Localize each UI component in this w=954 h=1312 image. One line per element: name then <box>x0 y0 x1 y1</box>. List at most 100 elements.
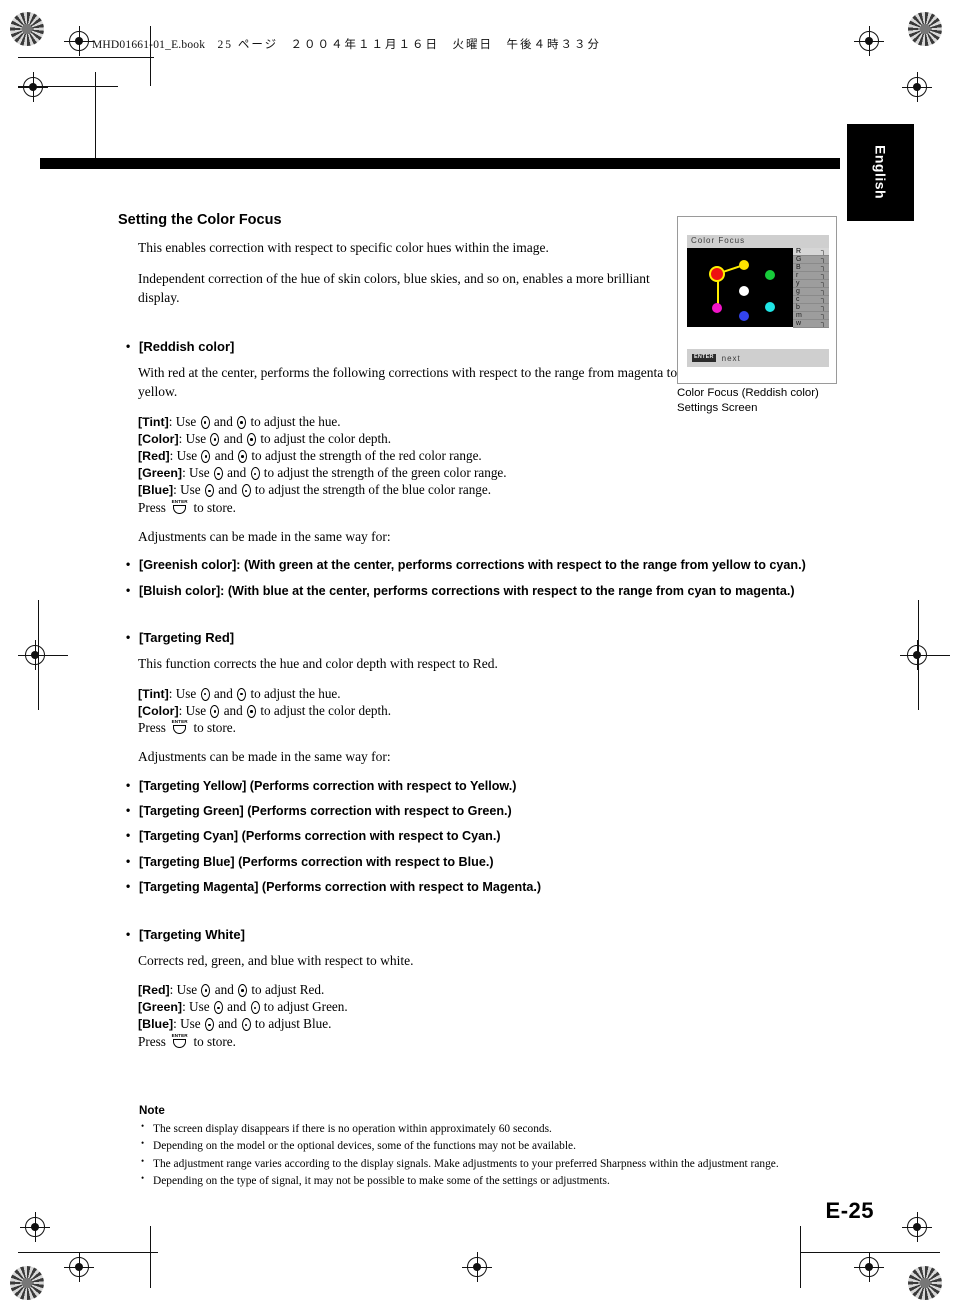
color-dot-cyan[interactable] <box>765 302 775 312</box>
subsection-heading-reddish: [Reddish color] <box>118 339 678 354</box>
adjustment-pre: : Use <box>178 430 210 446</box>
osd-menu-row-label: r <box>796 272 799 279</box>
top-black-rule <box>40 158 840 169</box>
arrow-right-key-icon <box>241 484 251 498</box>
color-dot-yellow[interactable] <box>739 260 749 270</box>
adjustment-mid: and <box>211 448 238 464</box>
figure-caption-line2: Settings Screen <box>677 401 758 414</box>
osd-menu-row-value: ┐ <box>821 320 826 327</box>
adjustment-post: to adjust the hue. <box>247 413 341 429</box>
adjustment-pre: : Use <box>168 685 200 701</box>
adjustment-line: [Green]: Use and to adjust Green. <box>138 998 678 1015</box>
adjustment-key: [Color] <box>138 431 179 446</box>
adjustment-key: [Red] <box>138 983 170 998</box>
registration-mark-top-right <box>854 26 884 56</box>
adjustment-post: to adjust Blue. <box>251 1016 332 1032</box>
adjustment-post: to adjust Red. <box>248 982 325 998</box>
page-number: E-25 <box>825 1198 874 1223</box>
osd-menu-row-G[interactable]: G ┐ <box>793 256 829 264</box>
crop-line-bottom-vertical <box>150 1226 151 1288</box>
osd-menu-row-g[interactable]: g ┐ <box>793 288 829 296</box>
crop-line-right-mid-vertical <box>918 600 919 710</box>
adjustment-line: [Tint]: Use and to adjust the hue. <box>138 685 678 702</box>
arrow-left-key-icon <box>200 415 210 429</box>
crop-line-bottom-horizontal <box>18 1252 158 1253</box>
language-tab: English <box>847 124 914 221</box>
adjustment-mid: and <box>210 685 237 701</box>
color-dot-magenta[interactable] <box>712 303 722 313</box>
arrow-left-key-icon <box>213 1001 223 1015</box>
adjustment-line: [Tint]: Use and to adjust the hue. <box>138 413 678 430</box>
adjustment-post: to adjust the strength of the red color … <box>248 448 482 464</box>
subsection-heading-targeting-red: [Targeting Red] <box>118 630 678 645</box>
press-pre: Press <box>138 1033 170 1049</box>
adjustment-pre: : Use <box>168 413 200 429</box>
adjustment-post: to adjust the color depth. <box>257 702 392 718</box>
main-content: Setting the Color Focus This enables cor… <box>118 212 806 1061</box>
arrow-left-key-icon <box>204 1018 214 1032</box>
osd-menu-row-B[interactable]: B ┐ <box>793 264 829 272</box>
arrow-left-key-icon <box>210 432 220 446</box>
arrow-right-key-icon <box>247 704 257 718</box>
arrow-left-key-icon <box>201 984 211 998</box>
arrow-left-key-icon <box>213 467 223 481</box>
osd-menu-row-label: g <box>796 288 800 295</box>
osd-menu-row-value: ┐ <box>821 272 826 279</box>
adjustment-line: [Red]: Use and to adjust the strength of… <box>138 447 678 464</box>
osd-footer-bar: ENTER next <box>687 349 829 367</box>
adjustment-pre: : Use <box>173 1016 204 1032</box>
osd-menu-list: R ┐ G ┐ B ┐ r ┐ y ┐ g ┐ c ┐ b ┐ m ┐ w ┐ <box>793 248 829 328</box>
arrow-right-key-icon <box>237 687 247 701</box>
adjustment-mid: and <box>214 1016 241 1032</box>
targeting-sameway-list: [Targeting Yellow] (Performs correction … <box>118 777 818 897</box>
file-header-name: MHD01661-01_E.book <box>92 39 206 51</box>
targeting-red-adjustment-block: [Tint]: Use and to adjust the hue. [Colo… <box>118 685 678 736</box>
osd-menu-row-b[interactable]: b ┐ <box>793 304 829 312</box>
arrow-right-key-icon <box>241 1018 251 1032</box>
color-dot-red[interactable] <box>711 268 723 280</box>
adjustment-pre: : Use <box>182 465 213 481</box>
color-dot-blue[interactable] <box>739 311 749 321</box>
crop-line-left-mid-vertical <box>38 600 39 710</box>
osd-menu-row-m[interactable]: m ┐ <box>793 312 829 320</box>
registration-mark-right-lower <box>902 1212 932 1242</box>
crop-line-top-horizontal <box>18 57 154 58</box>
osd-menu-row-value: ┐ <box>821 264 826 271</box>
note-list: The screen display disappears if there i… <box>139 1120 839 1190</box>
color-registration-patch-bottomright <box>908 1266 942 1300</box>
adjustment-key: [Blue] <box>138 1017 174 1032</box>
color-dot-green[interactable] <box>765 270 775 280</box>
adjustment-line: [Color]: Use and to adjust the color dep… <box>138 430 678 447</box>
note-item: Depending on the type of signal, it may … <box>139 1172 839 1190</box>
language-tab-label: English <box>872 145 889 200</box>
registration-mark-right-upper <box>902 72 932 102</box>
osd-menu-row-w[interactable]: w ┐ <box>793 320 829 328</box>
press-enter-line: Press ENTER to store. <box>138 719 678 736</box>
adjustment-pre: : Use <box>173 482 204 498</box>
osd-menu-row-c[interactable]: c ┐ <box>793 296 829 304</box>
adjustment-key: [Tint] <box>138 414 169 429</box>
osd-menu-row-R[interactable]: R ┐ <box>793 248 829 256</box>
list-item: [Greenish color]: (With green at the cen… <box>118 556 818 574</box>
press-pre: Press <box>138 719 170 735</box>
osd-menu-row-label: y <box>796 280 800 287</box>
reddish-sameway-text: Adjustments can be made in the same way … <box>138 528 391 544</box>
adjustment-key: [Green] <box>138 466 183 481</box>
osd-body: R ┐ G ┐ B ┐ r ┐ y ┐ g ┐ c ┐ b ┐ m ┐ w ┐ <box>687 248 829 328</box>
adjustment-key: [Blue] <box>138 483 174 498</box>
crop-line-bottom-right-horizontal <box>800 1252 940 1253</box>
osd-menu-row-y[interactable]: y ┐ <box>793 280 829 288</box>
arrow-left-key-icon <box>204 484 214 498</box>
registration-mark-bottom-center <box>462 1252 492 1282</box>
file-header-line: MHD01661-01_E.book 25 ページ ２００４年１１月１６日 火曜… <box>92 36 601 52</box>
osd-menu-row-r[interactable]: r ┐ <box>793 272 829 280</box>
color-dot-white[interactable] <box>739 286 749 296</box>
list-item: [Targeting Green] (Performs correction w… <box>118 802 818 820</box>
registration-mark-bottom-right <box>854 1252 884 1282</box>
adjustment-line: [Blue]: Use and to adjust Blue. <box>138 1015 678 1032</box>
press-enter-line: Press ENTER to store. <box>138 499 678 516</box>
osd-menu-row-label: b <box>796 304 800 311</box>
osd-menu-row-value: ┐ <box>821 288 826 295</box>
osd-menu-row-label: R <box>796 248 802 255</box>
arrow-right-key-icon <box>238 984 248 998</box>
